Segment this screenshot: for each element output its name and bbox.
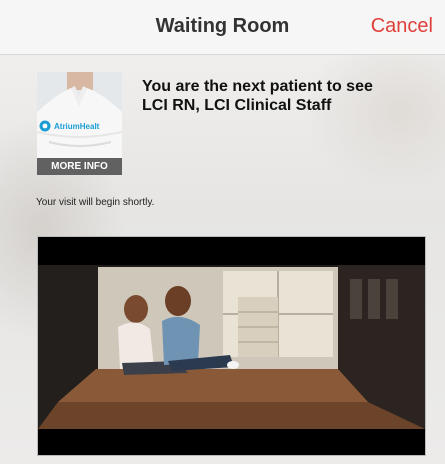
status-text: Your visit will begin shortly. <box>36 197 155 208</box>
brand-badge: AtriumHealt <box>39 118 111 134</box>
cancel-button[interactable]: Cancel <box>371 15 433 38</box>
headline-line-2: LCI RN, LCI Clinical Staff <box>142 97 332 114</box>
video-frame <box>38 237 425 455</box>
atrium-logo-icon <box>39 120 51 132</box>
next-patient-message: You are the next patient to see LCI RN, … <box>142 77 432 115</box>
brand-label: AtriumHealt <box>54 121 100 131</box>
video-player[interactable] <box>37 236 426 456</box>
more-info-button[interactable]: MORE INFO <box>37 158 122 175</box>
headline-line-1: You are the next patient to see <box>142 78 373 95</box>
provider-card[interactable]: AtriumHealt MORE INFO <box>37 72 122 175</box>
navigation-bar: Waiting Room Cancel <box>0 0 445 55</box>
